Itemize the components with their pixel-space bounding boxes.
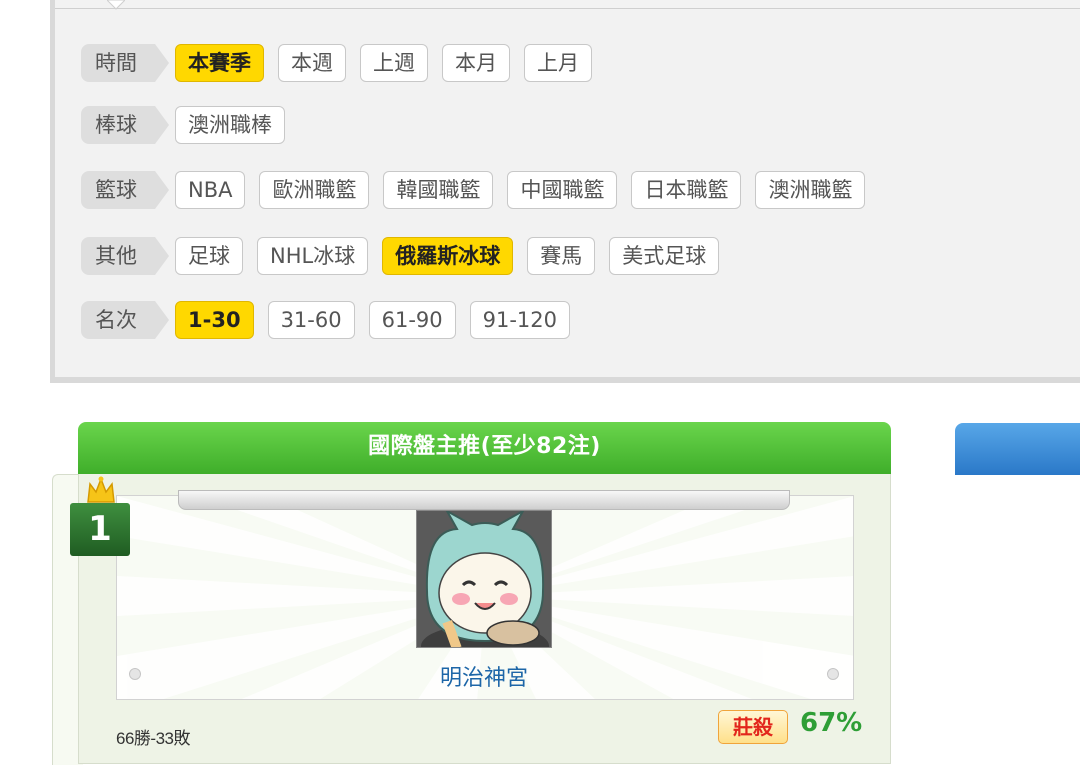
filter-panel: 時間 本賽季 本週 上週 本月 上月 棒球 澳洲職棒 籃球 NBA 歐洲職籃 韓… xyxy=(50,0,1080,383)
user-name-link[interactable]: 明治神宮 xyxy=(0,660,968,692)
filter-row-time: 時間 本賽季 本週 上週 本月 上月 xyxy=(81,43,606,83)
chip-american-football[interactable]: 美式足球 xyxy=(609,237,720,275)
filter-row-basketball: 籃球 NBA 歐洲職籃 韓國職籃 中國職籃 日本職籃 澳洲職籃 xyxy=(81,170,879,210)
filter-row-baseball: 棒球 澳洲職棒 xyxy=(81,105,299,145)
chip-nhl-hockey[interactable]: NHL冰球 xyxy=(257,237,369,275)
crown-icon xyxy=(87,476,115,503)
filter-label-other: 其他 xyxy=(81,237,169,275)
chip-rank-1-30[interactable]: 1-30 xyxy=(175,301,254,339)
filter-row-rank: 名次 1-30 31-60 61-90 91-120 xyxy=(81,300,584,340)
chip-this-season[interactable]: 本賽季 xyxy=(175,44,264,82)
chip-china-basketball[interactable]: 中國職籃 xyxy=(507,171,618,209)
filter-row-other: 其他 足球 NHL冰球 俄羅斯冰球 賽馬 美式足球 xyxy=(81,236,733,276)
panel-divider xyxy=(55,8,1080,9)
filter-label-time: 時間 xyxy=(81,44,169,82)
chip-japan-basketball[interactable]: 日本職籃 xyxy=(631,171,742,209)
chip-horse-racing[interactable]: 賽馬 xyxy=(527,237,596,275)
banker-kill-tag: 莊殺 xyxy=(718,710,788,744)
chip-rank-31-60[interactable]: 31-60 xyxy=(267,301,355,339)
chip-australian-baseball[interactable]: 澳洲職棒 xyxy=(175,106,285,144)
stage-top-bar xyxy=(178,490,790,510)
user-avatar[interactable] xyxy=(416,510,552,648)
chip-rank-61-90[interactable]: 61-90 xyxy=(368,301,456,339)
side-card-header xyxy=(955,423,1080,475)
chip-football[interactable]: 足球 xyxy=(175,237,243,275)
panel-notch xyxy=(107,0,125,10)
chip-last-month[interactable]: 上月 xyxy=(524,44,592,82)
win-percentage: 67% xyxy=(800,708,863,738)
filter-label-rank: 名次 xyxy=(81,301,169,339)
filter-label-baseball: 棒球 xyxy=(81,106,169,144)
chip-euro-basketball[interactable]: 歐洲職籃 xyxy=(259,171,370,209)
chip-last-week[interactable]: 上週 xyxy=(360,44,428,82)
filter-label-basketball: 籃球 xyxy=(81,171,169,209)
chip-nba[interactable]: NBA xyxy=(175,171,246,209)
rank-badge: 1 xyxy=(70,503,130,556)
chip-russian-hockey[interactable]: 俄羅斯冰球 xyxy=(382,237,514,275)
chip-korea-basketball[interactable]: 韓國職籃 xyxy=(383,171,494,209)
chip-rank-91-120[interactable]: 91-120 xyxy=(469,301,571,339)
chip-australia-basketball[interactable]: 澳洲職籃 xyxy=(755,171,866,209)
chip-this-month[interactable]: 本月 xyxy=(442,44,510,82)
ranking-card-title: 國際盤主推(至少82注) xyxy=(78,422,891,474)
avatar-cat-illustration xyxy=(417,511,551,647)
chip-this-week[interactable]: 本週 xyxy=(278,44,346,82)
win-loss-record: 66勝-33敗 xyxy=(116,729,190,748)
